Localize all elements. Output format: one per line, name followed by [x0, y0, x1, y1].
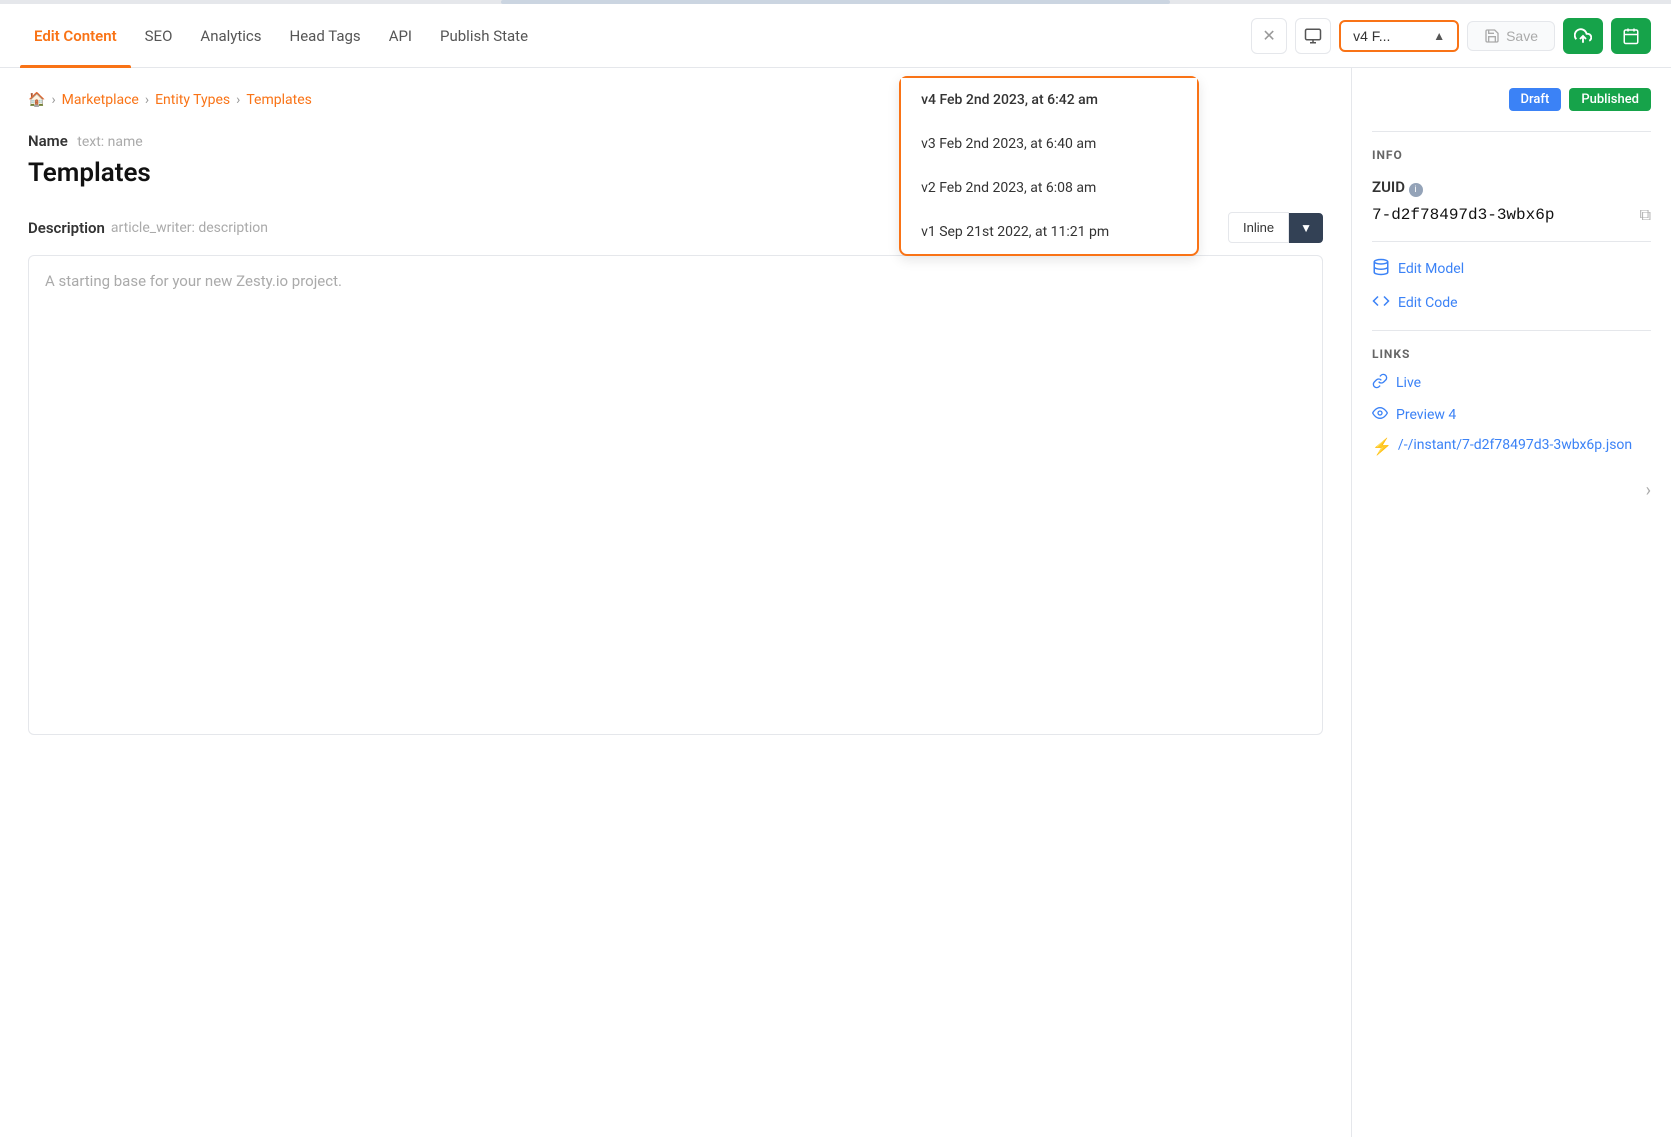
nav-item-api[interactable]: API — [375, 4, 426, 68]
description-hint: article_writer: description — [111, 220, 268, 236]
breadcrumb-marketplace[interactable]: Marketplace — [62, 92, 139, 108]
save-button[interactable]: Save — [1467, 21, 1555, 51]
edit-code-link[interactable]: Edit Code — [1372, 292, 1651, 314]
monitor-button[interactable] — [1295, 18, 1331, 54]
nav-item-edit-content[interactable]: Edit Content — [20, 4, 131, 68]
description-field-container: Description article_writer: description … — [28, 212, 1323, 735]
breadcrumb-entity-types[interactable]: Entity Types — [155, 92, 230, 108]
zuidfield-label: ZUID — [1372, 178, 1405, 196]
sidebar-divider-1 — [1372, 131, 1651, 132]
version-select-button[interactable]: v4 F... ▲ — [1339, 20, 1459, 52]
inline-button[interactable]: Inline — [1228, 212, 1289, 243]
main-layout: 🏠 › Marketplace › Entity Types › Templat… — [0, 68, 1671, 1137]
sidebar-divider-3 — [1372, 330, 1651, 331]
nav-item-publish-state[interactable]: Publish State — [426, 4, 542, 68]
json-link-row: ⚡ /-/instant/7-d2f78497d3-3wbx6p.json — [1372, 437, 1651, 456]
chevron-right-icon[interactable]: › — [1372, 480, 1651, 501]
name-hint: text: name — [77, 134, 142, 150]
top-navigation: Edit Content SEO Analytics Head Tags API… — [0, 4, 1671, 68]
version-selector-wrapper: v4 F... ▲ v4 Feb 2nd 2023, at 6:42 am v3… — [1339, 20, 1459, 52]
published-badge: Published — [1569, 88, 1651, 111]
links-section-title: LINKS — [1372, 347, 1651, 361]
version-dropdown: v4 Feb 2nd 2023, at 6:42 am v3 Feb 2nd 2… — [899, 76, 1199, 256]
preview-link[interactable]: Preview 4 — [1372, 405, 1651, 425]
version-item-v4[interactable]: v4 Feb 2nd 2023, at 6:42 am — [901, 78, 1197, 122]
zuid-row: 7-d2f78497d3-3wbx6p ⧉ — [1372, 205, 1651, 225]
breadcrumb-home[interactable]: 🏠 — [28, 92, 45, 108]
lightning-icon: ⚡ — [1372, 437, 1392, 456]
link-icon — [1372, 373, 1388, 393]
breadcrumb-sep-1: › — [51, 92, 55, 108]
description-box[interactable]: A starting base for your new Zesty.io pr… — [28, 255, 1323, 735]
nav-actions: ✕ v4 F... ▲ v4 Feb 2nd 2023, at 6:42 am … — [1251, 18, 1651, 54]
json-link[interactable]: /-/instant/7-d2f78497d3-3wbx6p.json — [1398, 437, 1632, 453]
breadcrumb-sep-2: › — [145, 92, 149, 108]
draft-badge: Draft — [1509, 88, 1562, 111]
description-placeholder: A starting base for your new Zesty.io pr… — [45, 272, 342, 290]
code-icon — [1372, 292, 1390, 314]
nav-item-analytics[interactable]: Analytics — [186, 4, 275, 68]
breadcrumb-templates[interactable]: Templates — [246, 92, 312, 108]
description-label-group: Description article_writer: description — [28, 219, 268, 237]
info-section-title: INFO — [1372, 148, 1651, 162]
copy-icon[interactable]: ⧉ — [1640, 205, 1651, 225]
breadcrumb-sep-3: › — [236, 92, 240, 108]
sidebar: Draft Published INFO ZUID i 7-d2f78497d3… — [1351, 68, 1671, 1137]
calendar-button[interactable] — [1611, 18, 1651, 54]
zuid-section: ZUID i 7-d2f78497d3-3wbx6p ⧉ — [1372, 178, 1651, 225]
sidebar-divider-2 — [1372, 241, 1651, 242]
live-label: Live — [1396, 375, 1421, 391]
edit-model-link[interactable]: Edit Model — [1372, 258, 1651, 280]
upload-button[interactable] — [1563, 18, 1603, 54]
eye-icon — [1372, 405, 1388, 425]
version-label: v4 F... — [1353, 28, 1390, 44]
edit-code-label: Edit Code — [1398, 295, 1458, 311]
close-button[interactable]: ✕ — [1251, 18, 1287, 54]
zuidlabel-row: ZUID i — [1372, 178, 1651, 197]
zuidvalue: 7-d2f78497d3-3wbx6p — [1372, 206, 1632, 224]
version-item-v2[interactable]: v2 Feb 2nd 2023, at 6:08 am — [901, 166, 1197, 210]
version-item-v3[interactable]: v3 Feb 2nd 2023, at 6:40 am — [901, 122, 1197, 166]
name-label: Name — [28, 132, 68, 150]
chevron-up-icon: ▲ — [1433, 29, 1445, 43]
inline-controls: Inline ▼ — [1228, 212, 1323, 243]
info-icon: i — [1409, 183, 1423, 197]
live-link[interactable]: Live — [1372, 373, 1651, 393]
preview-label: Preview 4 — [1396, 407, 1456, 423]
database-icon — [1372, 258, 1390, 280]
edit-model-label: Edit Model — [1398, 261, 1464, 277]
inline-dropdown-button[interactable]: ▼ — [1289, 213, 1323, 243]
nav-item-head-tags[interactable]: Head Tags — [276, 4, 375, 68]
version-item-v1[interactable]: v1 Sep 21st 2022, at 11:21 pm — [901, 210, 1197, 254]
save-label: Save — [1506, 28, 1538, 44]
description-label: Description — [28, 219, 105, 237]
badge-row: Draft Published — [1372, 88, 1651, 111]
nav-item-seo[interactable]: SEO — [131, 4, 187, 68]
